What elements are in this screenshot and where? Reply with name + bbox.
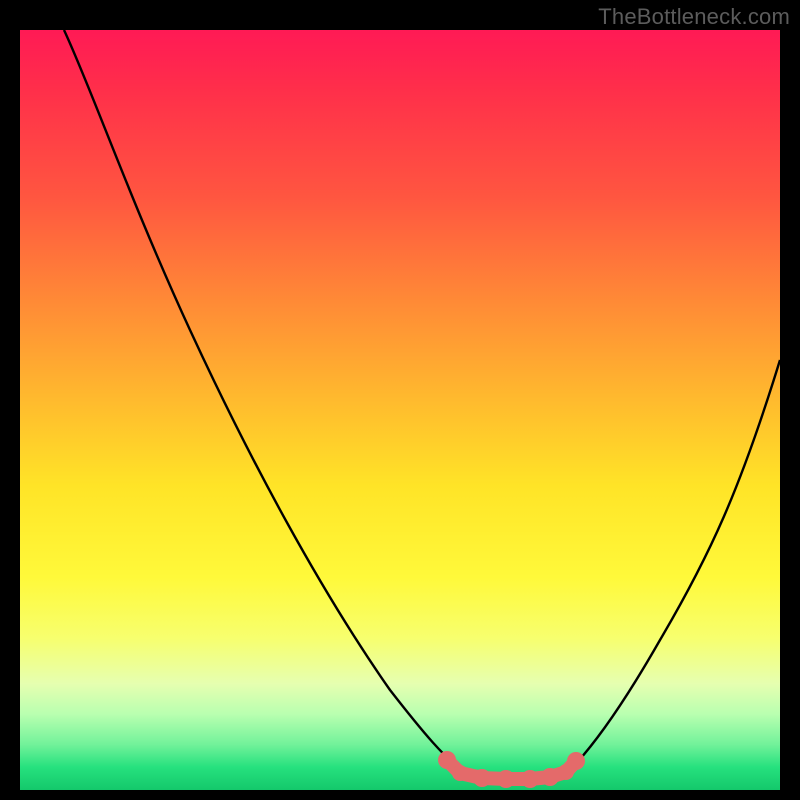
scatter-point	[521, 770, 539, 788]
scatter-point	[567, 752, 585, 770]
scatter-point	[452, 765, 468, 781]
scatter-point	[541, 768, 559, 786]
plot-svg	[20, 30, 780, 790]
left-curve	[64, 30, 462, 770]
scatter-point	[497, 770, 515, 788]
scatter-point	[438, 751, 456, 769]
plot-area	[20, 30, 780, 790]
right-curve	[568, 360, 780, 772]
watermark-text: TheBottleneck.com	[598, 4, 790, 30]
chart-stage: TheBottleneck.com	[0, 0, 800, 800]
scatter-point	[473, 769, 491, 787]
scatter-group	[438, 751, 585, 788]
